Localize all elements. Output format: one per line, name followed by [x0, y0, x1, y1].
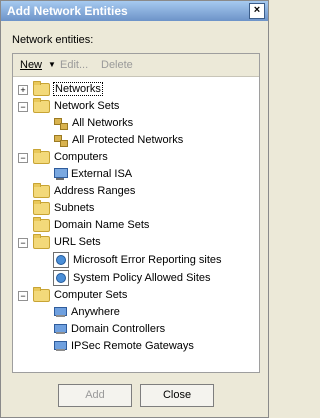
folder-icon	[33, 199, 50, 215]
folder-icon	[33, 97, 50, 113]
tree-item-all-networks[interactable]: All Networks	[53, 115, 133, 131]
tree-item-ms-error-reporting[interactable]: Microsoft Error Reporting sites	[53, 252, 222, 269]
entities-tree-panel: New ▼ Edit... Delete + Networks − Networ…	[12, 53, 260, 373]
tree-item-external-isa[interactable]: External ISA	[53, 166, 132, 182]
delete-button: Delete	[101, 59, 133, 71]
add-network-entities-dialog: Add Network Entities × Network entities:…	[0, 0, 269, 418]
tree-item-computers[interactable]: Computers	[33, 148, 108, 165]
url-set-icon	[53, 270, 69, 287]
tree-item-network-sets[interactable]: Network Sets	[33, 97, 119, 114]
network-set-icon	[53, 117, 68, 131]
computer-set-icon	[53, 340, 67, 352]
tree-item-subnets[interactable]: Subnets	[33, 199, 94, 216]
url-set-icon	[53, 252, 69, 269]
computer-set-icon	[53, 323, 67, 335]
tree-item-networks[interactable]: Networks	[33, 80, 103, 97]
window-close-button[interactable]: ×	[249, 3, 265, 19]
collapse-toggle-url-sets[interactable]: −	[18, 238, 28, 248]
folder-icon	[33, 182, 50, 198]
folder-icon	[33, 80, 50, 96]
folder-icon	[33, 148, 50, 164]
folder-icon	[33, 233, 50, 249]
folder-icon	[33, 286, 50, 302]
network-set-icon	[53, 134, 68, 148]
edit-button: Edit...	[60, 59, 89, 71]
expand-toggle-networks[interactable]: +	[18, 85, 28, 95]
collapse-toggle-computers[interactable]: −	[18, 153, 28, 163]
chevron-down-icon[interactable]: ▼	[48, 60, 56, 69]
computer-icon	[53, 168, 68, 181]
network-entities-label: Network entities:	[12, 34, 94, 46]
tree-item-anywhere[interactable]: Anywhere	[53, 304, 120, 320]
add-button: Add	[58, 384, 132, 407]
new-menu-button[interactable]: New	[20, 59, 42, 71]
tree-item-all-protected-networks[interactable]: All Protected Networks	[53, 132, 183, 148]
title-bar: Add Network Entities ×	[1, 1, 268, 21]
entities-toolbar: New ▼ Edit... Delete	[13, 54, 259, 77]
tree-item-ipsec-remote-gateways[interactable]: IPSec Remote Gateways	[53, 338, 194, 354]
tree-item-system-policy-allowed[interactable]: System Policy Allowed Sites	[53, 270, 211, 287]
computer-set-icon	[53, 306, 67, 318]
collapse-toggle-network-sets[interactable]: −	[18, 102, 28, 112]
tree-item-computer-sets[interactable]: Computer Sets	[33, 286, 127, 303]
folder-icon	[33, 216, 50, 232]
tree-item-domain-controllers[interactable]: Domain Controllers	[53, 321, 165, 337]
dialog-title: Add Network Entities	[7, 4, 128, 18]
close-button[interactable]: Close	[140, 384, 214, 407]
tree-item-url-sets[interactable]: URL Sets	[33, 233, 101, 250]
collapse-toggle-computer-sets[interactable]: −	[18, 291, 28, 301]
tree-item-address-ranges[interactable]: Address Ranges	[33, 182, 135, 199]
tree-item-domain-name-sets[interactable]: Domain Name Sets	[33, 216, 149, 233]
